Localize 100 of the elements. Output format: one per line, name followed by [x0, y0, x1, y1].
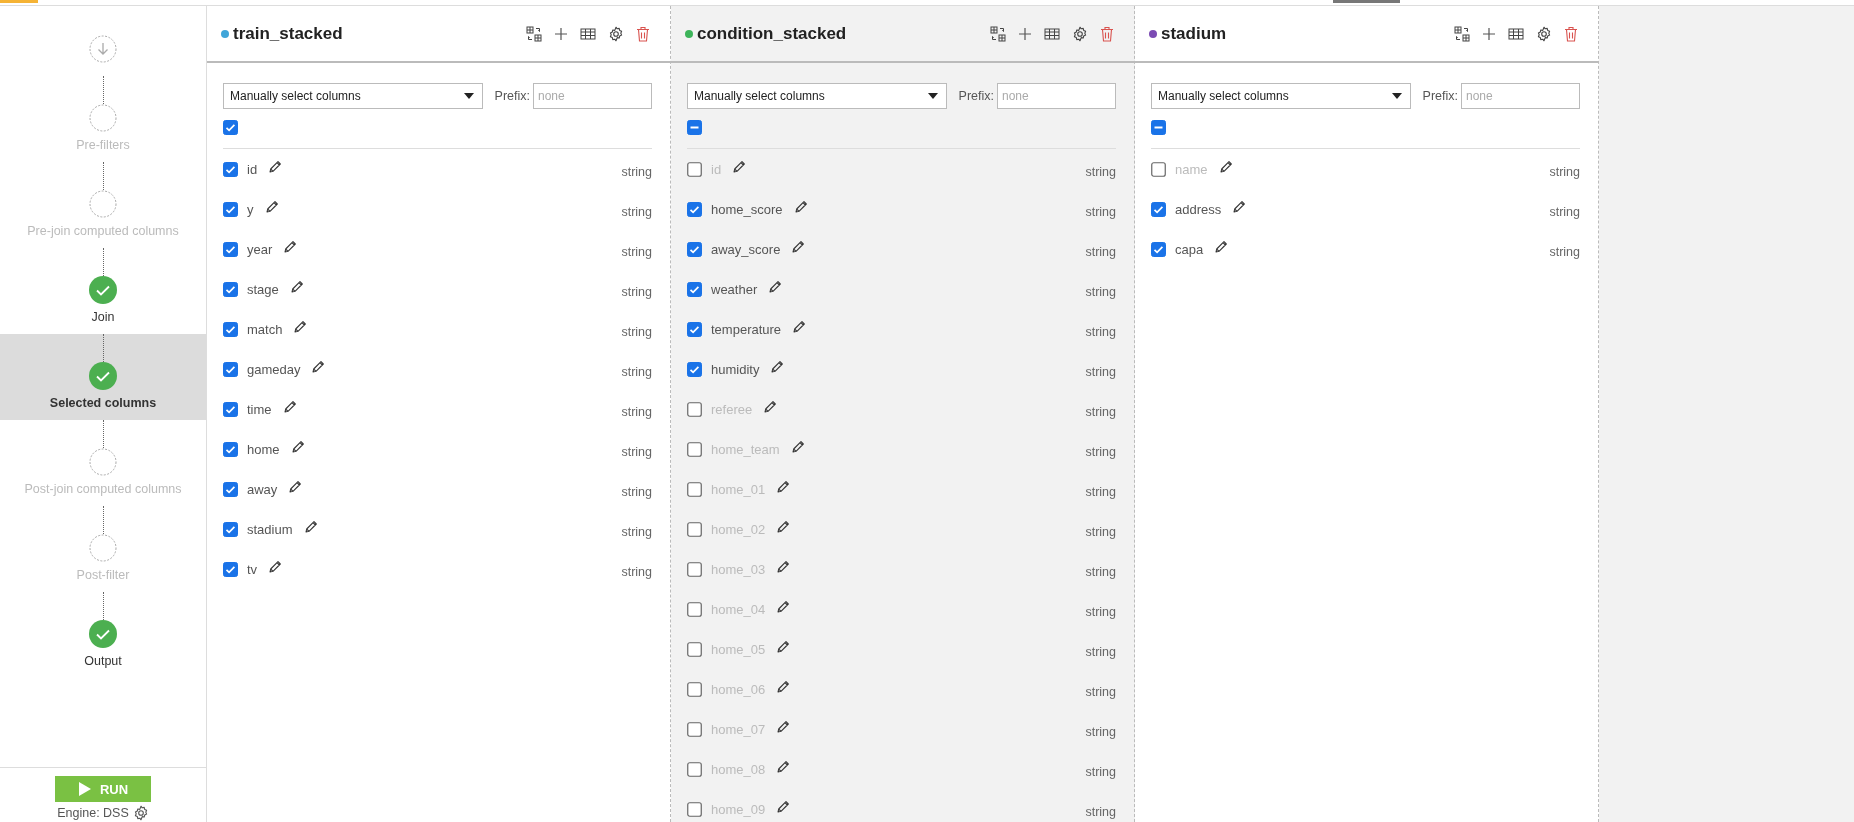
pencil-icon[interactable] — [776, 520, 791, 534]
trash-icon[interactable] — [1564, 25, 1578, 42]
check-circle-icon[interactable] — [89, 362, 117, 390]
swap-icon[interactable] — [1454, 25, 1470, 42]
checkbox[interactable] — [687, 641, 702, 657]
settings-icon[interactable] — [608, 25, 624, 42]
checkbox[interactable] — [223, 521, 238, 537]
column-type: string — [1085, 684, 1116, 699]
checkbox[interactable] — [223, 241, 238, 257]
checkbox[interactable] — [687, 321, 702, 337]
checkbox[interactable] — [687, 281, 702, 297]
caret-icon[interactable] — [928, 93, 938, 99]
checkbox[interactable] — [687, 201, 702, 217]
pencil-icon[interactable] — [790, 440, 805, 454]
prefix-field[interactable]: none — [997, 83, 1116, 109]
pencil-icon[interactable] — [763, 400, 778, 414]
column-mode-dropdown[interactable]: Manually select columns — [223, 83, 483, 109]
trash-icon[interactable] — [1100, 25, 1114, 42]
checkbox[interactable] — [223, 281, 238, 297]
pencil-icon[interactable] — [288, 480, 303, 494]
column-type: string — [621, 564, 652, 579]
checkbox[interactable] — [687, 161, 702, 177]
checkbox[interactable] — [223, 201, 238, 217]
checkbox[interactable] — [1151, 161, 1166, 177]
column-name: year — [247, 241, 273, 257]
checkbox[interactable] — [223, 561, 238, 577]
pencil-icon[interactable] — [793, 200, 808, 214]
pencil-icon[interactable] — [768, 280, 783, 294]
checkbox[interactable] — [223, 441, 238, 457]
prefix-field[interactable]: none — [1461, 83, 1580, 109]
column-mode-dropdown[interactable]: Manually select columns — [1151, 83, 1411, 109]
checkbox[interactable] — [223, 361, 238, 377]
check-circle-icon[interactable] — [89, 620, 117, 648]
pencil-icon[interactable] — [289, 280, 304, 294]
column-type: string — [1085, 244, 1116, 259]
select-all-checkbox[interactable] — [1151, 119, 1166, 135]
caret-icon[interactable] — [1392, 93, 1402, 99]
pencil-icon[interactable] — [303, 520, 318, 534]
table-icon[interactable] — [1508, 26, 1524, 41]
checkbox[interactable] — [687, 481, 702, 497]
swap-icon[interactable] — [990, 25, 1006, 42]
pencil-icon[interactable] — [311, 360, 326, 374]
column-name: address — [1175, 201, 1222, 217]
checkbox[interactable] — [687, 241, 702, 257]
plus-icon[interactable] — [554, 26, 568, 41]
column-type: string — [621, 204, 652, 219]
pencil-icon[interactable] — [283, 240, 298, 254]
pencil-icon[interactable] — [290, 440, 305, 454]
pencil-icon[interactable] — [732, 160, 747, 174]
checkbox[interactable] — [687, 801, 702, 817]
pencil-icon[interactable] — [293, 320, 308, 334]
checkbox[interactable] — [687, 361, 702, 377]
select-all-checkbox[interactable] — [223, 119, 238, 135]
caret-icon[interactable] — [464, 93, 474, 99]
checkbox[interactable] — [223, 481, 238, 497]
swap-icon[interactable] — [526, 25, 542, 42]
pencil-icon[interactable] — [792, 320, 807, 334]
check-circle-icon[interactable] — [89, 276, 117, 304]
pencil-icon[interactable] — [776, 760, 791, 774]
pencil-icon[interactable] — [1214, 240, 1229, 254]
checkbox[interactable] — [687, 561, 702, 577]
checkbox[interactable] — [223, 321, 238, 337]
pencil-icon[interactable] — [776, 680, 791, 694]
checkbox[interactable] — [1151, 201, 1166, 217]
pencil-icon[interactable] — [776, 600, 791, 614]
checkbox[interactable] — [223, 161, 238, 177]
pencil-icon[interactable] — [776, 720, 791, 734]
column-type: string — [1085, 204, 1116, 219]
pencil-icon[interactable] — [791, 240, 806, 254]
pencil-icon[interactable] — [1218, 160, 1233, 174]
select-all-checkbox[interactable] — [687, 119, 702, 135]
column-mode-dropdown[interactable]: Manually select columns — [687, 83, 947, 109]
checkbox[interactable] — [687, 761, 702, 777]
plus-icon[interactable] — [1018, 26, 1032, 41]
checkbox[interactable] — [223, 401, 238, 417]
pencil-icon[interactable] — [268, 560, 283, 574]
pencil-icon[interactable] — [268, 160, 283, 174]
prefix-field[interactable]: none — [533, 83, 652, 109]
plus-icon[interactable] — [1482, 26, 1496, 41]
checkbox[interactable] — [1151, 241, 1166, 257]
checkbox[interactable] — [687, 401, 702, 417]
settings-icon[interactable] — [1536, 25, 1552, 42]
pencil-icon[interactable] — [776, 640, 791, 654]
pencil-icon[interactable] — [264, 200, 279, 214]
checkbox[interactable] — [687, 441, 702, 457]
pencil-icon[interactable] — [282, 400, 297, 414]
pencil-icon[interactable] — [1232, 200, 1247, 214]
settings-icon[interactable] — [132, 805, 149, 821]
checkbox[interactable] — [687, 601, 702, 617]
settings-icon[interactable] — [1072, 25, 1088, 42]
pencil-icon[interactable] — [776, 800, 791, 814]
pencil-icon[interactable] — [776, 560, 791, 574]
checkbox[interactable] — [687, 521, 702, 537]
checkbox[interactable] — [687, 681, 702, 697]
table-icon[interactable] — [580, 26, 596, 41]
pencil-icon[interactable] — [776, 480, 791, 494]
checkbox[interactable] — [687, 721, 702, 737]
trash-icon[interactable] — [636, 25, 650, 42]
table-icon[interactable] — [1044, 26, 1060, 41]
pencil-icon[interactable] — [770, 360, 785, 374]
